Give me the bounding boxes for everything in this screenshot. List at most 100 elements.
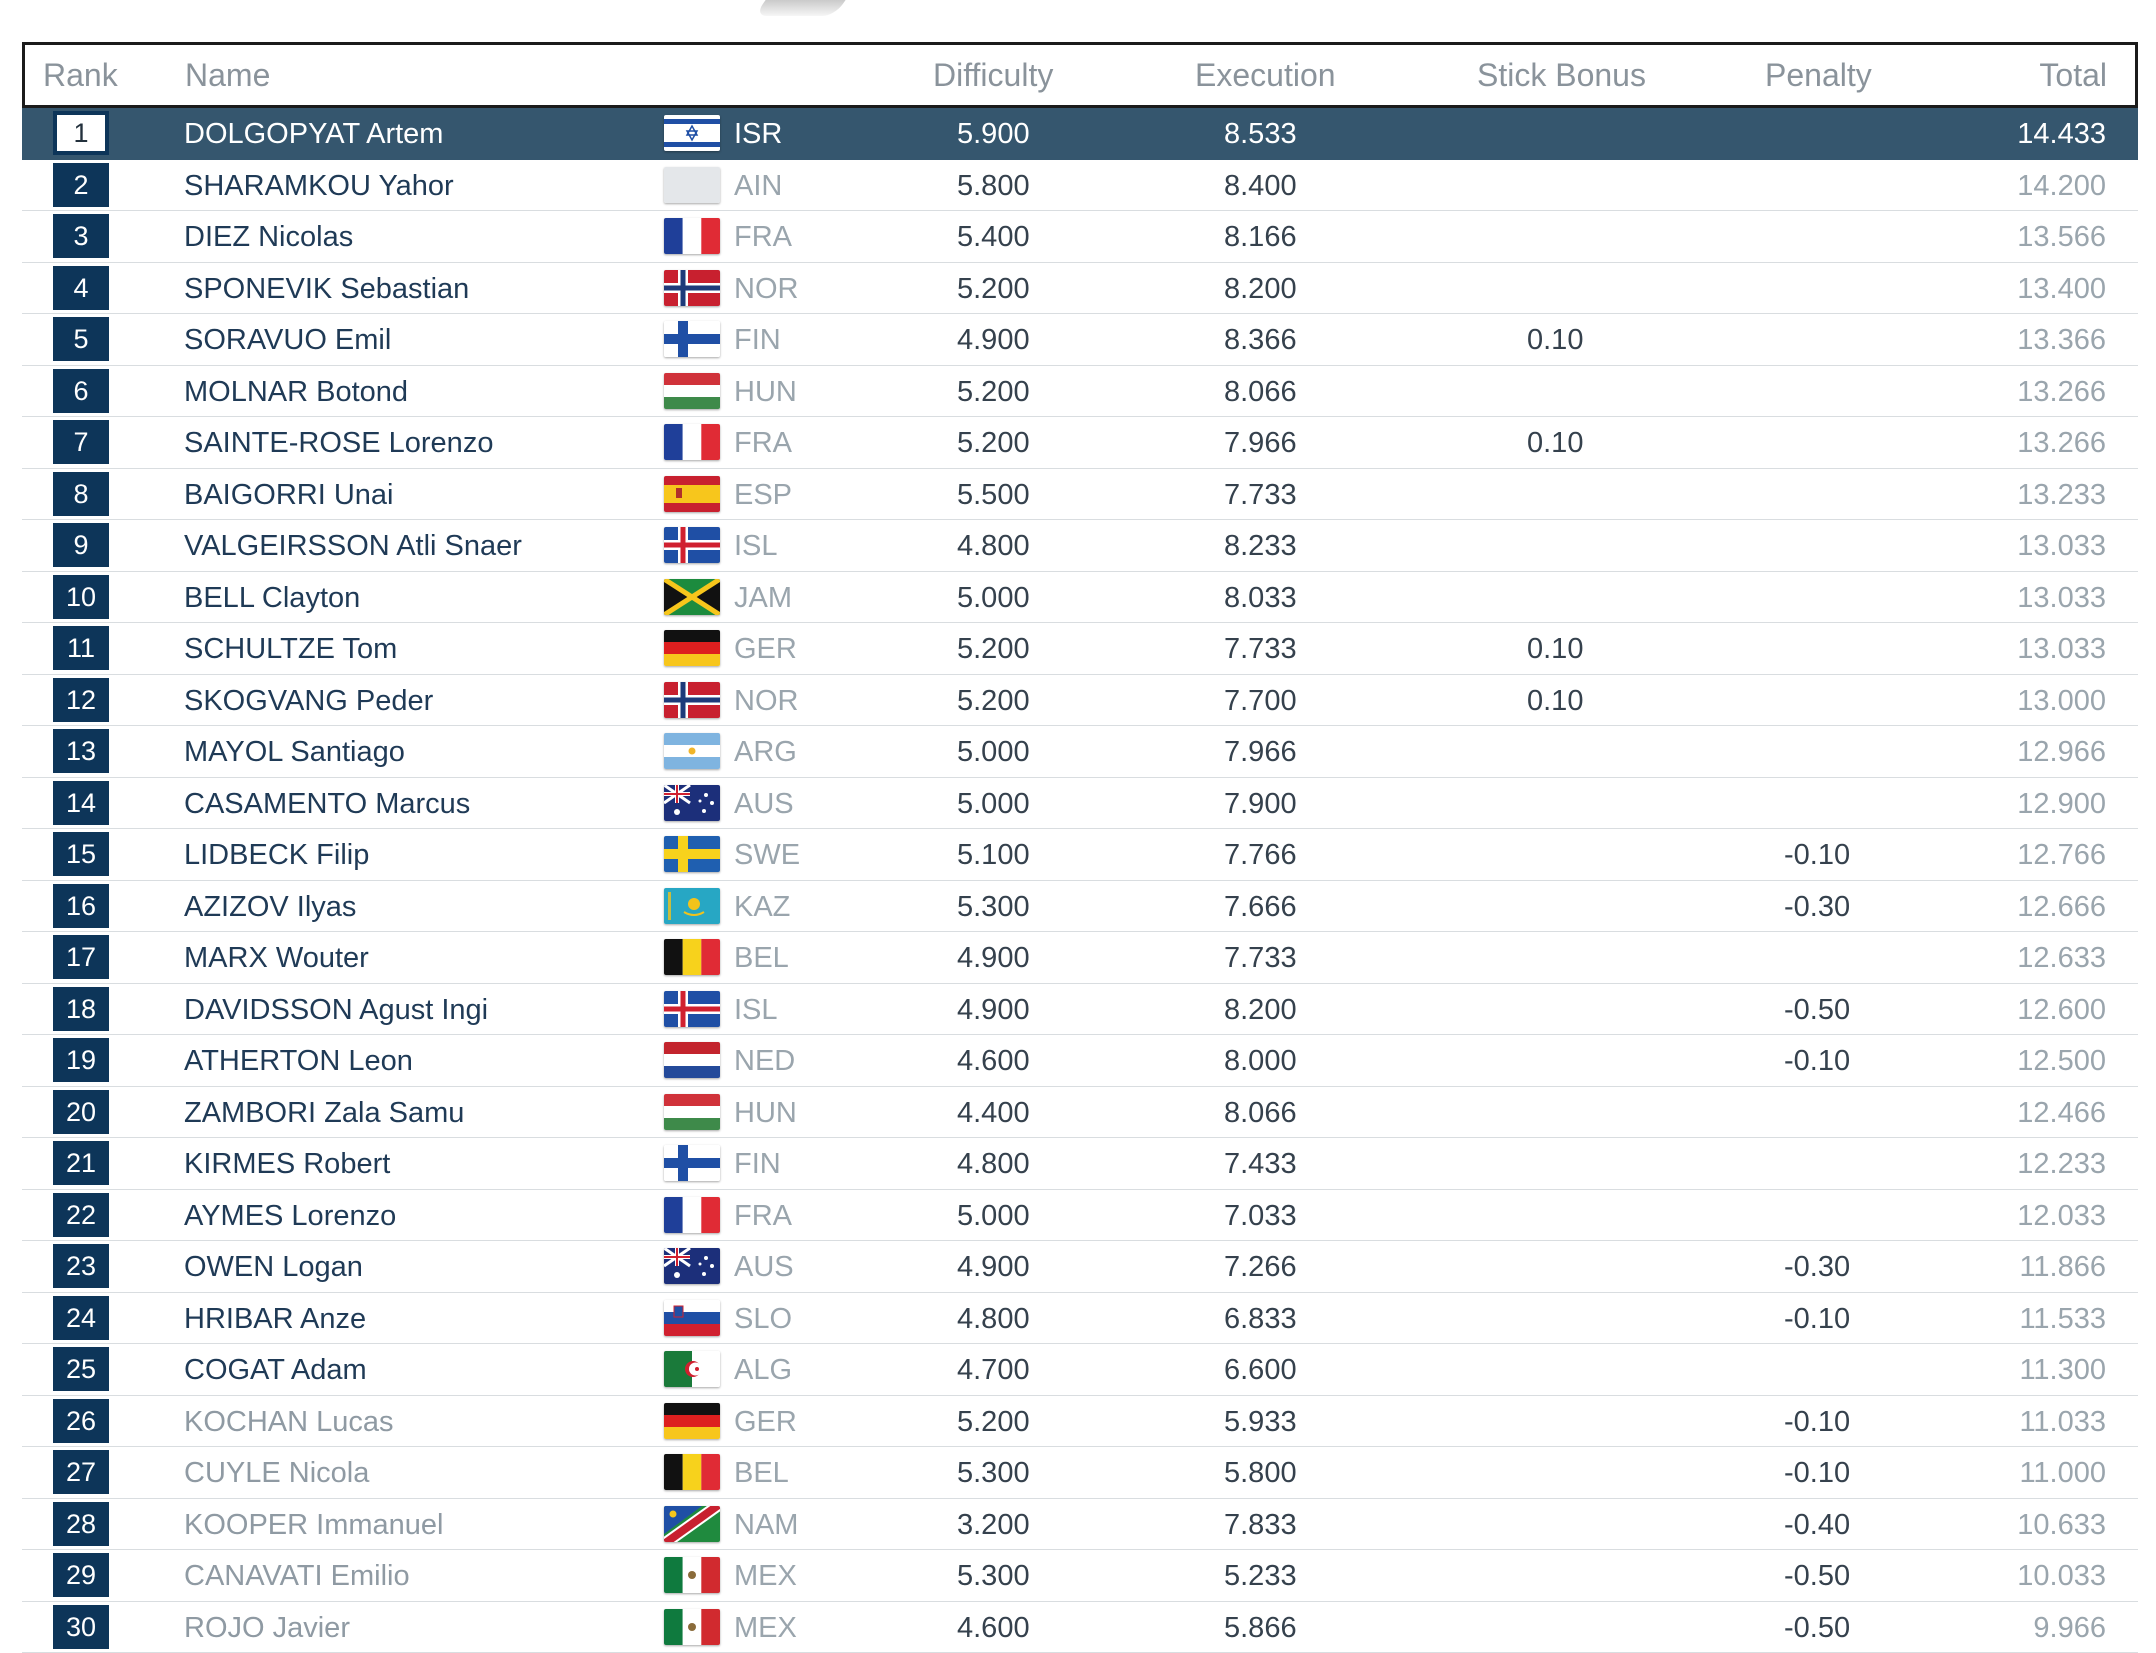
total-score: 12.900 — [2017, 788, 2106, 821]
table-row[interactable]: 5 SORAVUO Emil FIN 4.900 8.366 0.10 13.3… — [22, 314, 2138, 366]
total-score: 13.266 — [2017, 427, 2106, 460]
table-row[interactable]: 24 HRIBAR Anze SLO 4.800 6.833 -0.10 11.… — [22, 1293, 2138, 1345]
athlete-name[interactable]: BAIGORRI Unai — [184, 479, 394, 512]
execution-score: 8.066 — [1224, 1097, 1297, 1130]
table-row[interactable]: 1 DOLGOPYAT Artem ISR 5.900 8.533 14.433 — [22, 108, 2138, 160]
table-row[interactable]: 8 BAIGORRI Unai ESP 5.500 7.733 13.233 — [22, 469, 2138, 521]
execution-score: 7.666 — [1224, 891, 1297, 924]
table-row[interactable]: 7 SAINTE-ROSE Lorenzo FRA 5.200 7.966 0.… — [22, 417, 2138, 469]
athlete-name[interactable]: LIDBECK Filip — [184, 839, 369, 872]
athlete-name[interactable]: KOOPER Immanuel — [184, 1509, 443, 1542]
country-flag-icon — [664, 1454, 720, 1490]
athlete-name[interactable]: ROJO Javier — [184, 1612, 350, 1645]
country-code: ISL — [734, 994, 778, 1027]
athlete-name[interactable]: SKOGVANG Peder — [184, 685, 433, 718]
athlete-name[interactable]: CASAMENTO Marcus — [184, 788, 470, 821]
difficulty-score: 5.200 — [957, 685, 1030, 718]
rank-badge: 4 — [54, 267, 108, 309]
athlete-name[interactable]: CUYLE Nicola — [184, 1457, 369, 1490]
athlete-name[interactable]: CANAVATI Emilio — [184, 1560, 410, 1593]
table-row[interactable]: 20 ZAMBORI Zala Samu HUN 4.400 8.066 12.… — [22, 1087, 2138, 1139]
country-flag-icon — [664, 1094, 720, 1130]
athlete-name[interactable]: MAYOL Santiago — [184, 736, 405, 769]
table-row[interactable]: 10 BELL Clayton JAM 5.000 8.033 13.033 — [22, 572, 2138, 624]
table-row[interactable]: 19 ATHERTON Leon NED 4.600 8.000 -0.10 1… — [22, 1035, 2138, 1087]
athlete-name[interactable]: COGAT Adam — [184, 1354, 367, 1387]
top-decoration — [754, 0, 845, 16]
country-flag-icon — [664, 785, 720, 821]
penalty: -0.50 — [1784, 994, 1850, 1027]
rank-badge: 1 — [54, 112, 108, 154]
header-difficulty[interactable]: Difficulty — [933, 57, 1053, 94]
table-row[interactable]: 16 AZIZOV Ilyas KAZ 5.300 7.666 -0.30 12… — [22, 881, 2138, 933]
table-row[interactable]: 17 MARX Wouter BEL 4.900 7.733 12.633 — [22, 932, 2138, 984]
execution-score: 8.200 — [1224, 994, 1297, 1027]
difficulty-score: 4.900 — [957, 1251, 1030, 1284]
header-name[interactable]: Name — [185, 57, 270, 94]
table-row[interactable]: 21 KIRMES Robert FIN 4.800 7.433 12.233 — [22, 1138, 2138, 1190]
country-code: ISR — [734, 118, 782, 151]
table-row[interactable]: 18 DAVIDSSON Agust Ingi ISL 4.900 8.200 … — [22, 984, 2138, 1036]
table-row[interactable]: 22 AYMES Lorenzo FRA 5.000 7.033 12.033 — [22, 1190, 2138, 1242]
athlete-name[interactable]: AZIZOV Ilyas — [184, 891, 356, 924]
country-flag-icon — [664, 1557, 720, 1593]
table-row[interactable]: 6 MOLNAR Botond HUN 5.200 8.066 13.266 — [22, 366, 2138, 418]
athlete-name[interactable]: HRIBAR Anze — [184, 1303, 366, 1336]
execution-score: 7.266 — [1224, 1251, 1297, 1284]
difficulty-score: 5.200 — [957, 273, 1030, 306]
header-stick-bonus[interactable]: Stick Bonus — [1477, 57, 1646, 94]
athlete-name[interactable]: KIRMES Robert — [184, 1148, 390, 1181]
athlete-name[interactable]: BELL Clayton — [184, 582, 360, 615]
table-row[interactable]: 11 SCHULTZE Tom GER 5.200 7.733 0.10 13.… — [22, 623, 2138, 675]
header-rank[interactable]: Rank — [43, 57, 118, 94]
rank-badge: 6 — [54, 370, 108, 412]
table-row[interactable]: 23 OWEN Logan AUS 4.900 7.266 -0.30 11.8… — [22, 1241, 2138, 1293]
difficulty-score: 4.600 — [957, 1045, 1030, 1078]
athlete-name[interactable]: AYMES Lorenzo — [184, 1200, 396, 1233]
execution-score: 7.433 — [1224, 1148, 1297, 1181]
rank-badge: 21 — [54, 1142, 108, 1184]
athlete-name[interactable]: DAVIDSSON Agust Ingi — [184, 994, 488, 1027]
table-row[interactable]: 14 CASAMENTO Marcus AUS 5.000 7.900 12.9… — [22, 778, 2138, 830]
table-row[interactable]: 12 SKOGVANG Peder NOR 5.200 7.700 0.10 1… — [22, 675, 2138, 727]
header-penalty[interactable]: Penalty — [1765, 57, 1872, 94]
header-execution[interactable]: Execution — [1195, 57, 1336, 94]
header-total[interactable]: Total — [2039, 57, 2107, 94]
table-row[interactable]: 3 DIEZ Nicolas FRA 5.400 8.166 13.566 — [22, 211, 2138, 263]
table-row[interactable]: 15 LIDBECK Filip SWE 5.100 7.766 -0.10 1… — [22, 829, 2138, 881]
country-code: NOR — [734, 273, 798, 306]
athlete-name[interactable]: SAINTE-ROSE Lorenzo — [184, 427, 493, 460]
athlete-name[interactable]: KOCHAN Lucas — [184, 1406, 394, 1439]
athlete-name[interactable]: MOLNAR Botond — [184, 376, 408, 409]
table-row[interactable]: 4 SPONEVIK Sebastian NOR 5.200 8.200 13.… — [22, 263, 2138, 315]
table-row[interactable]: 28 KOOPER Immanuel NAM 3.200 7.833 -0.40… — [22, 1499, 2138, 1551]
table-row[interactable]: 25 COGAT Adam ALG 4.700 6.600 11.300 — [22, 1344, 2138, 1396]
country-flag-icon — [664, 424, 720, 460]
table-row[interactable]: 27 CUYLE Nicola BEL 5.300 5.800 -0.10 11… — [22, 1447, 2138, 1499]
results-table: Rank Name Difficulty Execution Stick Bon… — [22, 42, 2138, 1653]
athlete-name[interactable]: OWEN Logan — [184, 1251, 363, 1284]
rank-badge: 19 — [54, 1039, 108, 1081]
athlete-name[interactable]: SORAVUO Emil — [184, 324, 391, 357]
table-row[interactable]: 13 MAYOL Santiago ARG 5.000 7.966 12.966 — [22, 726, 2138, 778]
athlete-name[interactable]: MARX Wouter — [184, 942, 369, 975]
table-row[interactable]: 29 CANAVATI Emilio MEX 5.300 5.233 -0.50… — [22, 1550, 2138, 1602]
country-code: AUS — [734, 788, 794, 821]
athlete-name[interactable]: SHARAMKOU Yahor — [184, 170, 454, 203]
athlete-name[interactable]: DOLGOPYAT Artem — [184, 118, 443, 151]
athlete-name[interactable]: ATHERTON Leon — [184, 1045, 413, 1078]
athlete-name[interactable]: SCHULTZE Tom — [184, 633, 397, 666]
athlete-name[interactable]: ZAMBORI Zala Samu — [184, 1097, 464, 1130]
table-row[interactable]: 2 SHARAMKOU Yahor AIN 5.800 8.400 14.200 — [22, 160, 2138, 212]
athlete-name[interactable]: VALGEIRSSON Atli Snaer — [184, 530, 522, 563]
table-row[interactable]: 9 VALGEIRSSON Atli Snaer ISL 4.800 8.233… — [22, 520, 2138, 572]
athlete-name[interactable]: DIEZ Nicolas — [184, 221, 353, 254]
table-row[interactable]: 30 ROJO Javier MEX 4.600 5.866 -0.50 9.9… — [22, 1602, 2138, 1653]
rank-badge: 20 — [54, 1091, 108, 1133]
total-score: 13.233 — [2017, 479, 2106, 512]
difficulty-score: 5.000 — [957, 736, 1030, 769]
table-row[interactable]: 26 KOCHAN Lucas GER 5.200 5.933 -0.10 11… — [22, 1396, 2138, 1448]
athlete-name[interactable]: SPONEVIK Sebastian — [184, 273, 469, 306]
execution-score: 8.166 — [1224, 221, 1297, 254]
rank-badge: 11 — [54, 627, 108, 669]
